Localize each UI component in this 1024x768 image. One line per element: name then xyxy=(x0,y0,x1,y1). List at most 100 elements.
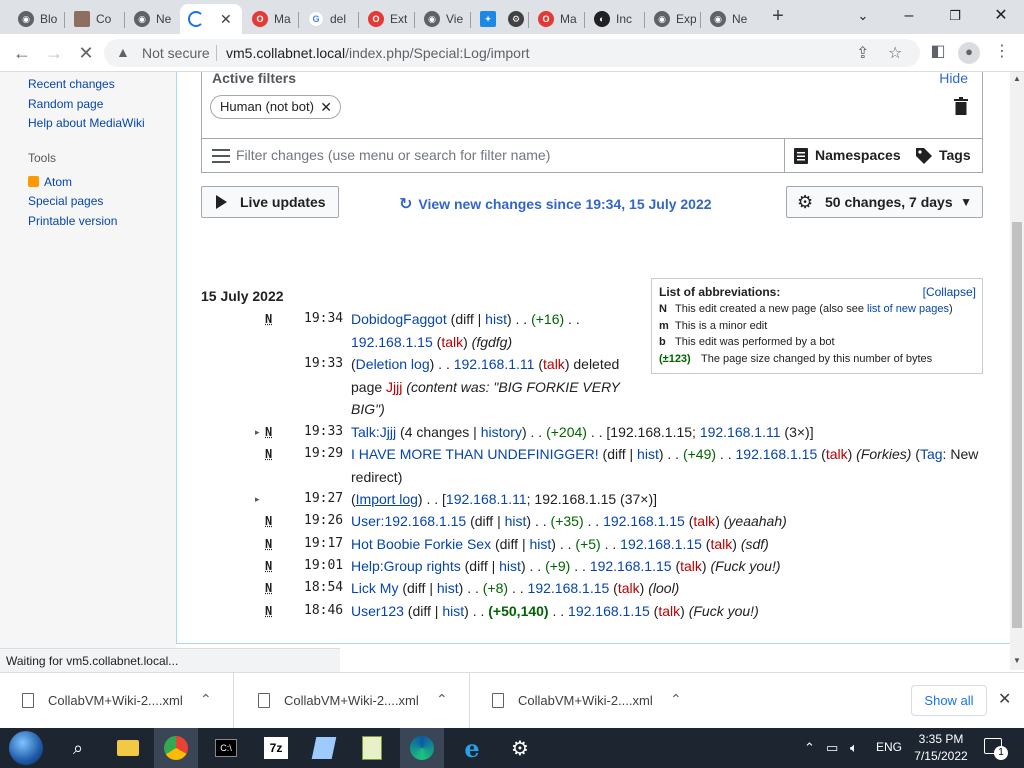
network-icon[interactable]: ▭ xyxy=(826,740,838,756)
taskbar-notepad[interactable] xyxy=(350,728,394,768)
user-link[interactable]: 192.168.1.11 xyxy=(700,424,781,440)
language-indicator[interactable]: ENG xyxy=(876,740,902,754)
hist-link[interactable]: hist xyxy=(530,536,552,552)
collapse-link[interactable]: [Collapse] xyxy=(923,285,976,299)
log-link[interactable]: Deletion log xyxy=(356,356,430,372)
tab-11[interactable]: O Ma xyxy=(530,4,582,34)
bookmark-star-icon[interactable]: ☆ xyxy=(888,43,902,63)
chevron-up-icon[interactable]: ⌃ xyxy=(200,691,212,708)
tab-14[interactable]: ◉ Ne xyxy=(702,4,754,34)
sidebar-item-help[interactable]: Help about MediaWiki xyxy=(28,116,145,130)
taskbar-settings[interactable]: ⚙ xyxy=(498,728,542,768)
taskbar-ie[interactable]: e xyxy=(450,728,494,768)
sidebar-item-recent-changes[interactable]: Recent changes xyxy=(28,77,115,91)
tab-8[interactable]: ◉ Vie xyxy=(416,4,468,34)
talk-link[interactable]: talk xyxy=(618,580,640,596)
page-link[interactable]: DobidogFaggot xyxy=(351,311,447,327)
tab-9[interactable]: ✦ xyxy=(472,4,500,34)
tab-6[interactable]: Gdel xyxy=(300,4,356,34)
history-link[interactable]: history xyxy=(481,424,522,440)
page-scrollbar[interactable]: ▲ ▼ xyxy=(1010,72,1024,670)
tab-10[interactable]: ⚙ xyxy=(500,4,528,34)
page-link[interactable]: Talk:Jjjj xyxy=(351,424,396,440)
page-link[interactable]: Lick My xyxy=(351,580,398,596)
tab-7[interactable]: O Ext xyxy=(360,4,412,34)
talk-link[interactable]: talk xyxy=(543,356,565,372)
start-button[interactable] xyxy=(4,728,48,768)
hist-link[interactable]: hist xyxy=(499,558,521,574)
stop-icon[interactable]: ✕ xyxy=(74,42,98,64)
download-item[interactable]: CollabVM+Wiki-2....xml ⌃ xyxy=(0,673,234,729)
security-label[interactable]: Not secure xyxy=(142,45,210,61)
volume-icon[interactable]: 🔈︎ xyxy=(850,740,858,756)
chevron-up-icon[interactable]: ⌃ xyxy=(436,691,448,708)
page-link[interactable]: Hot Boobie Forkie Sex xyxy=(351,536,491,552)
download-item[interactable]: CollabVM+Wiki-2....xml ⌃ xyxy=(470,673,704,729)
trash-icon[interactable] xyxy=(954,97,968,115)
show-all-button[interactable]: Show all xyxy=(911,685,987,716)
user-link[interactable]: 192.168.1.15 xyxy=(568,603,650,619)
taskbar-explorer[interactable] xyxy=(106,728,150,768)
taskbar-app[interactable] xyxy=(302,728,346,768)
page-link[interactable]: User123 xyxy=(351,603,404,619)
talk-link[interactable]: talk xyxy=(658,603,680,619)
chevron-up-icon[interactable]: ⌃ xyxy=(670,691,682,708)
menu-icon[interactable] xyxy=(212,149,230,163)
show-hidden-icons-icon[interactable]: ⌃ xyxy=(804,740,815,756)
close-tab-icon[interactable]: ✕ xyxy=(220,11,232,28)
download-item[interactable]: CollabVM+Wiki-2....xml ⌃ xyxy=(236,673,470,729)
scroll-down-icon[interactable]: ▼ xyxy=(1010,656,1024,665)
user-link[interactable]: 192.168.1.15 xyxy=(736,446,818,462)
scroll-thumb[interactable] xyxy=(1012,222,1022,628)
tab-3[interactable]: ◉ Ne xyxy=(126,4,178,34)
page-link[interactable]: User:192.168.1.15 xyxy=(351,513,466,529)
sidebar-item-special-pages[interactable]: Special pages xyxy=(28,194,103,208)
tab-active[interactable]: ✕ xyxy=(180,4,242,34)
hist-link[interactable]: hist xyxy=(505,513,527,529)
search-button[interactable]: ⌕ xyxy=(56,728,100,768)
user-link[interactable]: 192.168.1.11 xyxy=(446,491,527,507)
taskbar-chrome[interactable] xyxy=(154,728,198,768)
talk-link[interactable]: talk xyxy=(826,446,848,462)
filter-search-input[interactable]: Filter changes (use menu or search for f… xyxy=(236,147,550,163)
talk-link[interactable]: talk xyxy=(693,513,715,529)
restore-button[interactable]: ❐ xyxy=(932,2,978,30)
hist-link[interactable]: hist xyxy=(485,311,507,327)
hist-link[interactable]: hist xyxy=(442,603,464,619)
hide-filters-link[interactable]: Hide xyxy=(939,72,968,86)
clock[interactable]: 3:35 PM 7/15/2022 xyxy=(906,731,976,765)
side-panel-icon[interactable]: ◧ xyxy=(926,41,950,61)
remove-filter-icon[interactable]: ✕ xyxy=(320,96,332,118)
expand-toggle-icon[interactable]: ▸ xyxy=(255,488,260,511)
sidebar-item-atom[interactable]: Atom xyxy=(28,175,72,189)
view-new-changes-link[interactable]: ↻ View new changes since 19:34, 15 July 2… xyxy=(399,194,712,214)
talk-link[interactable]: talk xyxy=(441,334,463,350)
tab-13[interactable]: ◉ Exp xyxy=(646,4,698,34)
tab-1[interactable]: ◉ Blo xyxy=(10,4,62,34)
warning-icon[interactable]: ▲ xyxy=(116,44,130,60)
sidebar-item-printable[interactable]: Printable version xyxy=(28,214,117,228)
filter-chip-human[interactable]: Human (not bot) ✕ xyxy=(210,95,341,119)
hist-link[interactable]: hist xyxy=(637,446,659,462)
expand-toggle-icon[interactable]: ▸ xyxy=(255,421,260,444)
tag-link[interactable]: Tag xyxy=(920,446,943,462)
page-link[interactable]: I HAVE MORE THAN UNDEFINIGGER! xyxy=(351,446,599,462)
hist-link[interactable]: hist xyxy=(437,580,459,596)
namespaces-button[interactable]: Namespaces xyxy=(784,139,909,172)
new-pages-link[interactable]: list of new pages xyxy=(867,303,949,315)
live-updates-button[interactable]: Live updates xyxy=(201,186,339,218)
url-text[interactable]: vm5.collabnet.local/index.php/Special:Lo… xyxy=(226,45,530,61)
tab-search-icon[interactable]: ⌄ xyxy=(840,2,886,30)
user-link[interactable]: 192.168.1.15 xyxy=(351,334,433,350)
log-link[interactable]: Import log xyxy=(356,491,418,507)
target-link[interactable]: Jjjj xyxy=(386,379,402,395)
minimize-button[interactable]: – xyxy=(886,2,932,30)
tab-12[interactable]: ◐ Inc xyxy=(586,4,642,34)
address-bar[interactable]: ▲ Not secure vm5.collabnet.local/index.p… xyxy=(104,39,920,67)
close-window-button[interactable]: ✕ xyxy=(978,2,1024,30)
close-shelf-icon[interactable]: ✕ xyxy=(998,689,1011,709)
profile-avatar-icon[interactable]: ● xyxy=(958,42,980,64)
scroll-up-icon[interactable]: ▲ xyxy=(1010,74,1024,83)
talk-link[interactable]: talk xyxy=(710,536,732,552)
user-link[interactable]: 192.168.1.15 xyxy=(590,558,672,574)
